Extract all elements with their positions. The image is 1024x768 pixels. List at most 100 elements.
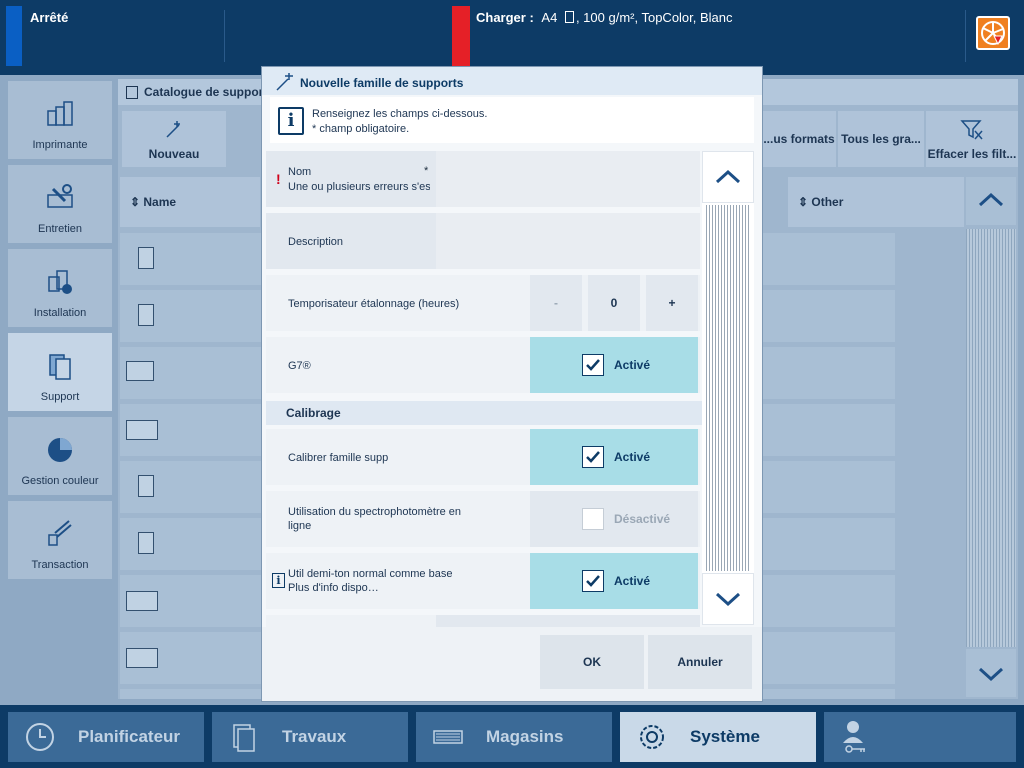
sidebar-item-label: Entretien (37, 223, 83, 235)
catalog-scroll-down-button[interactable] (966, 649, 1016, 697)
clear-filter-icon (960, 120, 983, 140)
inline-spectro-label: Utilisation du spectrophotomètre en lign… (288, 505, 461, 533)
ok-button[interactable]: OK (540, 635, 644, 689)
more-info-text: Plus d'info dispo… (288, 582, 379, 594)
dialog-footer: OK Annuler (262, 627, 762, 701)
nav-label: Système (690, 727, 760, 746)
catalog-scrollbar[interactable] (966, 229, 1016, 647)
next-field[interactable] (436, 615, 700, 627)
color-status-icon[interactable] (976, 16, 1010, 50)
name-input[interactable] (436, 151, 700, 207)
name-error-message: Une ou plusieurs erreurs s'est (288, 181, 430, 193)
catalog-icon (126, 86, 138, 99)
all-weights-filter[interactable]: Tous les gra... (838, 111, 924, 167)
checkbox-checked-icon (582, 570, 604, 592)
nav-jobs[interactable]: Travaux (212, 712, 408, 762)
instruction-line: Renseignez les champs ci-dessous. (312, 108, 488, 120)
label-line: ligne (288, 520, 312, 532)
column-label: Name (143, 195, 177, 209)
calibrate-family-toggle[interactable]: Activé (530, 429, 698, 485)
dialog-scroll-down-button[interactable] (702, 573, 754, 625)
halftone-toggle[interactable]: Activé (530, 553, 698, 609)
info-icon[interactable]: i (272, 573, 285, 588)
nav-label: Planificateur (78, 727, 181, 746)
sidebar-item-transaction[interactable]: Transaction (8, 501, 112, 579)
user-login-button[interactable] (824, 712, 1016, 762)
media-type-icon (126, 361, 154, 381)
clear-filters-label: Effacer les filt... (927, 147, 1017, 161)
divider (965, 10, 966, 62)
sheet-icon (564, 11, 574, 23)
transaction-icon (48, 520, 72, 546)
timer-decrement-button[interactable]: - (530, 275, 582, 331)
sidebar-item-installation[interactable]: Installation (8, 249, 112, 327)
chevron-up-icon (978, 192, 1004, 207)
clear-filters-button[interactable]: Effacer les filt... (926, 111, 1018, 167)
installation-icon (48, 270, 72, 294)
name-label: Nom (288, 165, 311, 179)
info-icon: i (278, 107, 304, 135)
catalog-title-text: Catalogue de supports (144, 85, 275, 99)
g7-state: Activé (614, 358, 651, 372)
column-header-other[interactable]: ⇕ Other (788, 177, 964, 227)
g7-label: G7® (288, 360, 311, 372)
nav-system[interactable]: Système (620, 712, 816, 762)
new-label: Nouveau (148, 147, 200, 161)
load-status[interactable]: Charger : A4 , 100 g/m², TopColor, Blanc (476, 10, 733, 25)
cancel-button[interactable]: Annuler (648, 635, 752, 689)
halftone-state: Activé (614, 574, 651, 588)
instruction-box: i Renseignez les champs ci-dessous. * ch… (270, 97, 754, 143)
scroll-track-lines (706, 205, 750, 571)
required-mark: * (424, 165, 429, 177)
inline-spectro-toggle[interactable]: Désactivé (530, 491, 698, 547)
gear-icon (634, 719, 670, 755)
nav-trays[interactable]: Magasins (416, 712, 612, 762)
timer-increment-button[interactable]: + (646, 275, 698, 331)
calibration-timer-row: Temporisateur étalonnage (heures) - 0 + (266, 275, 700, 331)
column-header-name[interactable]: ⇕ Name (120, 177, 260, 227)
label-line: Utilisation du spectrophotomètre en (288, 506, 462, 518)
name-field-row: ! Nom Une ou plusieurs erreurs s'est * (266, 151, 700, 207)
instruction-text: Renseignez les champs ci-dessous. * cham… (312, 107, 487, 137)
name-label-text: Nom (288, 166, 312, 178)
checkbox-checked-icon (582, 446, 604, 468)
calibrate-family-label: Calibrer famille supp (288, 452, 389, 464)
calibrate-family-state: Activé (614, 450, 651, 464)
g7-toggle[interactable]: Activé (530, 337, 698, 393)
nav-label: Travaux (282, 727, 347, 746)
alert-indicator (452, 6, 470, 66)
new-media-button[interactable]: Nouveau (122, 111, 226, 167)
load-format: A4 (541, 10, 558, 25)
chevron-down-icon (978, 667, 1004, 682)
clock-icon (22, 719, 58, 755)
sidebar-item-maintenance[interactable]: Entretien (8, 165, 112, 243)
timer-value[interactable]: 0 (588, 275, 640, 331)
load-details: , 100 g/m², TopColor, Blanc (575, 10, 733, 25)
description-input[interactable] (436, 213, 700, 269)
sidebar-item-printer[interactable]: Imprimante (8, 81, 112, 159)
user-key-icon (838, 719, 874, 755)
sidebar-item-label: Support (40, 391, 80, 403)
inline-spectro-state: Désactivé (614, 512, 671, 526)
chevron-down-icon (715, 592, 741, 607)
load-label: Charger : (476, 10, 534, 25)
dialog-scrollbar[interactable] (702, 203, 754, 573)
jobs-icon (226, 719, 262, 755)
printer-status-indicator (6, 6, 22, 66)
all-formats-filter[interactable]: ...us formats (762, 111, 836, 167)
nav-scheduler[interactable]: Planificateur (8, 712, 204, 762)
sidebar-item-color-management[interactable]: Gestion couleur (8, 417, 112, 495)
printer-icon (47, 101, 73, 126)
new-media-family-dialog: Nouvelle famille de supports i Renseigne… (262, 67, 762, 701)
sparkle-icon (166, 121, 180, 138)
halftone-label: Util demi-ton normal comme base Plus d'i… (288, 567, 452, 595)
divider (224, 10, 225, 62)
nav-label: Magasins (486, 727, 564, 746)
catalog-scroll-up-button[interactable] (966, 177, 1016, 225)
bottom-navigation: Planificateur Travaux Magasins Système (0, 705, 1024, 768)
description-field-row: Description (266, 213, 700, 269)
printer-state[interactable]: Arrêté (30, 10, 68, 25)
halftone-row: i Util demi-ton normal comme base Plus d… (266, 553, 700, 609)
dialog-scroll-up-button[interactable] (702, 151, 754, 203)
sidebar-item-support[interactable]: Support (8, 333, 112, 411)
